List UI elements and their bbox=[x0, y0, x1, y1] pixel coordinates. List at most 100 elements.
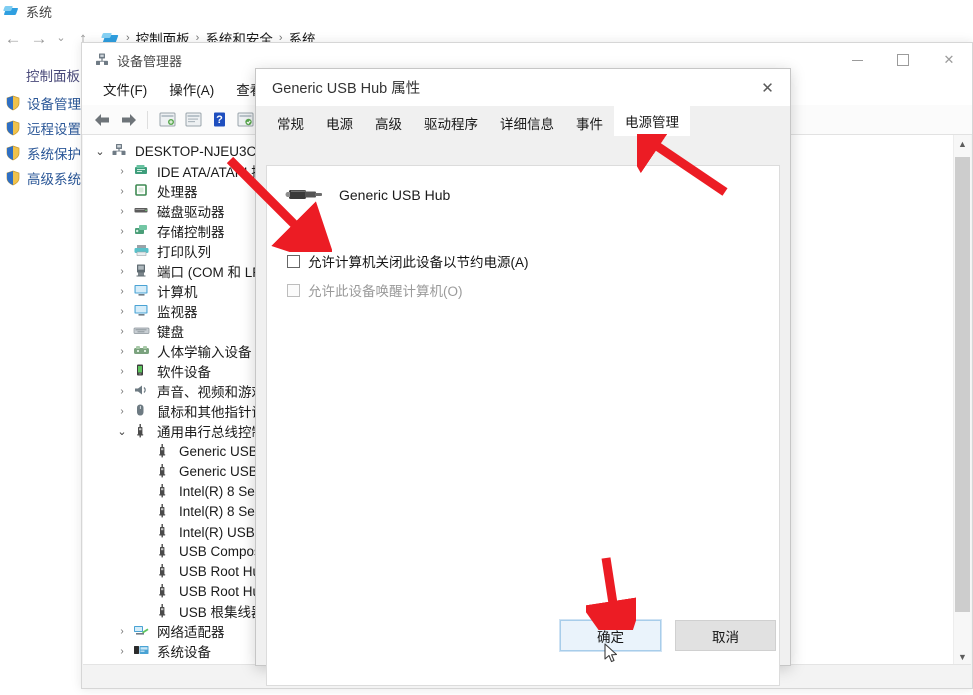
system-device-icon bbox=[133, 643, 153, 659]
usb-icon bbox=[155, 543, 175, 559]
shield-icon bbox=[5, 145, 21, 161]
tab-2[interactable]: 高级 bbox=[364, 110, 413, 136]
toolbar-separator bbox=[147, 110, 148, 129]
forward-icon[interactable]: → bbox=[26, 25, 52, 51]
power-management-pane: Generic USB Hub 允许计算机关闭此设备以节约电源(A) 允许此设备… bbox=[266, 165, 780, 686]
chevron-right-icon[interactable]: › bbox=[111, 306, 133, 317]
chevron-right-icon[interactable]: › bbox=[111, 286, 133, 297]
chevron-down-icon[interactable]: ⌄ bbox=[52, 25, 70, 51]
chevron-right-icon[interactable]: › bbox=[111, 246, 133, 257]
system-sidebar: 控制面板 设备管理器 远程设置 系统保护 高级系统设置 bbox=[0, 60, 108, 190]
forward-icon[interactable] bbox=[116, 109, 140, 131]
sidebar-item-label: 系统保护 bbox=[27, 146, 81, 162]
checkbox-allow-computer-turn-off[interactable] bbox=[287, 254, 300, 268]
chevron-right-icon[interactable]: › bbox=[111, 366, 133, 377]
checkbox-label: 允许计算机关闭此设备以节约电源(A) bbox=[308, 255, 529, 270]
shield-icon bbox=[5, 170, 21, 186]
usb-icon bbox=[155, 483, 175, 499]
svg-text:?: ? bbox=[216, 114, 223, 126]
software-icon bbox=[133, 363, 153, 379]
usb-device-icon bbox=[285, 180, 325, 209]
device-header: Generic USB Hub bbox=[267, 166, 779, 209]
shield-icon bbox=[5, 120, 21, 136]
chevron-right-icon[interactable]: › bbox=[111, 266, 133, 277]
computer-icon bbox=[111, 143, 131, 159]
show-hidden-icon[interactable] bbox=[181, 109, 205, 131]
tree-item-label: DESKTOP-NJEU3CG bbox=[135, 143, 267, 159]
tree-item-label: 打印队列 bbox=[157, 245, 211, 260]
checkbox-row-allow-device-wake: 允许此设备唤醒计算机(O) bbox=[267, 280, 779, 300]
properties-icon[interactable] bbox=[155, 109, 179, 131]
tab-6[interactable]: 电源管理 bbox=[614, 106, 690, 136]
chevron-right-icon[interactable]: › bbox=[111, 206, 133, 217]
minimize-icon[interactable] bbox=[834, 43, 880, 77]
back-icon[interactable]: ← bbox=[0, 25, 26, 51]
dialog-tabs[interactable]: 常规 电源 高级 驱动程序 详细信息 事件 电源管理 bbox=[256, 106, 790, 136]
back-icon[interactable] bbox=[90, 109, 114, 131]
sidebar-header: 控制面板 bbox=[26, 69, 80, 84]
checkbox-allow-device-wake bbox=[287, 283, 300, 297]
chevron-right-icon[interactable]: › bbox=[111, 226, 133, 237]
chevron-down-icon[interactable]: ⌄ bbox=[89, 145, 111, 158]
close-icon[interactable]: ✕ bbox=[926, 43, 972, 77]
device-manager-title: 设备管理器 bbox=[117, 53, 183, 69]
scrollbar-thumb[interactable] bbox=[955, 157, 970, 612]
usb-icon bbox=[133, 423, 153, 439]
chevron-down-icon[interactable]: ⌄ bbox=[111, 425, 133, 438]
scan-hardware-icon[interactable] bbox=[233, 109, 257, 131]
chevron-right-icon[interactable]: › bbox=[111, 166, 133, 177]
menu-item-action[interactable]: 操作(A) bbox=[158, 80, 225, 102]
sidebar-item-remote-settings[interactable]: 远程设置 bbox=[0, 115, 86, 140]
tab-3[interactable]: 驱动程序 bbox=[413, 110, 489, 136]
cpu-icon bbox=[133, 183, 153, 199]
chevron-right-icon[interactable]: › bbox=[111, 626, 133, 637]
tree-item-label: 网络适配器 bbox=[157, 625, 225, 640]
maximize-icon[interactable] bbox=[880, 43, 926, 77]
sidebar-item-system-protection[interactable]: 系统保护 bbox=[0, 140, 86, 165]
menu-item-file[interactable]: 文件(F) bbox=[92, 80, 158, 102]
chevron-right-icon[interactable]: › bbox=[111, 406, 133, 417]
system-window-titlebar: 系统 bbox=[0, 0, 973, 22]
chevron-right-icon[interactable]: › bbox=[111, 386, 133, 397]
vertical-scrollbar[interactable]: ▲ ▼ bbox=[953, 135, 971, 665]
sound-icon bbox=[133, 383, 153, 399]
printer-icon bbox=[133, 243, 153, 259]
dialog-buttons: 确定 取消 bbox=[559, 619, 776, 652]
usb-icon bbox=[155, 463, 175, 479]
tab-5[interactable]: 事件 bbox=[565, 110, 614, 136]
port-icon bbox=[133, 263, 153, 279]
chevron-right-icon[interactable]: › bbox=[111, 646, 133, 657]
help-icon[interactable]: ? bbox=[207, 109, 231, 131]
system-window-title: 系统 bbox=[26, 4, 53, 20]
tab-0[interactable]: 常规 bbox=[266, 110, 315, 136]
tree-item-label: 计算机 bbox=[157, 285, 198, 300]
scroll-up-icon[interactable]: ▲ bbox=[954, 135, 971, 152]
tab-4[interactable]: 详细信息 bbox=[489, 110, 565, 136]
chevron-right-icon[interactable]: › bbox=[111, 326, 133, 337]
chevron-right-icon[interactable]: › bbox=[111, 186, 133, 197]
sidebar-item-advanced-system-settings[interactable]: 高级系统设置 bbox=[0, 165, 108, 190]
scroll-down-icon[interactable]: ▼ bbox=[954, 648, 971, 665]
tree-item-label: 键盘 bbox=[157, 325, 184, 340]
ide-icon bbox=[133, 163, 153, 179]
tree-item-label: 存储控制器 bbox=[157, 225, 225, 240]
mouse-cursor bbox=[604, 643, 618, 663]
keyboard-icon bbox=[133, 323, 153, 339]
usb-icon bbox=[155, 443, 175, 459]
shield-icon bbox=[5, 95, 21, 111]
close-icon[interactable]: ✕ bbox=[745, 69, 790, 106]
checkbox-row-allow-computer-turn-off[interactable]: 允许计算机关闭此设备以节约电源(A) bbox=[267, 251, 779, 271]
monitor-icon bbox=[133, 303, 153, 319]
cancel-button[interactable]: 取消 bbox=[675, 620, 776, 651]
tab-1[interactable]: 电源 bbox=[315, 110, 364, 136]
device-name: Generic USB Hub bbox=[339, 186, 451, 203]
tree-item-label: 人体学输入设备 bbox=[157, 345, 252, 360]
dialog-titlebar: Generic USB Hub 属性 ✕ bbox=[256, 69, 790, 106]
sidebar-item-device-manager[interactable]: 设备管理器 bbox=[0, 90, 95, 115]
chevron-right-icon[interactable]: › bbox=[111, 346, 133, 357]
sidebar-item-label: 远程设置 bbox=[27, 121, 81, 137]
tree-item-label: 磁盘驱动器 bbox=[157, 205, 225, 220]
tree-item-label: 处理器 bbox=[157, 185, 198, 200]
storage-icon bbox=[133, 223, 153, 239]
window-controls: ✕ bbox=[834, 43, 972, 77]
